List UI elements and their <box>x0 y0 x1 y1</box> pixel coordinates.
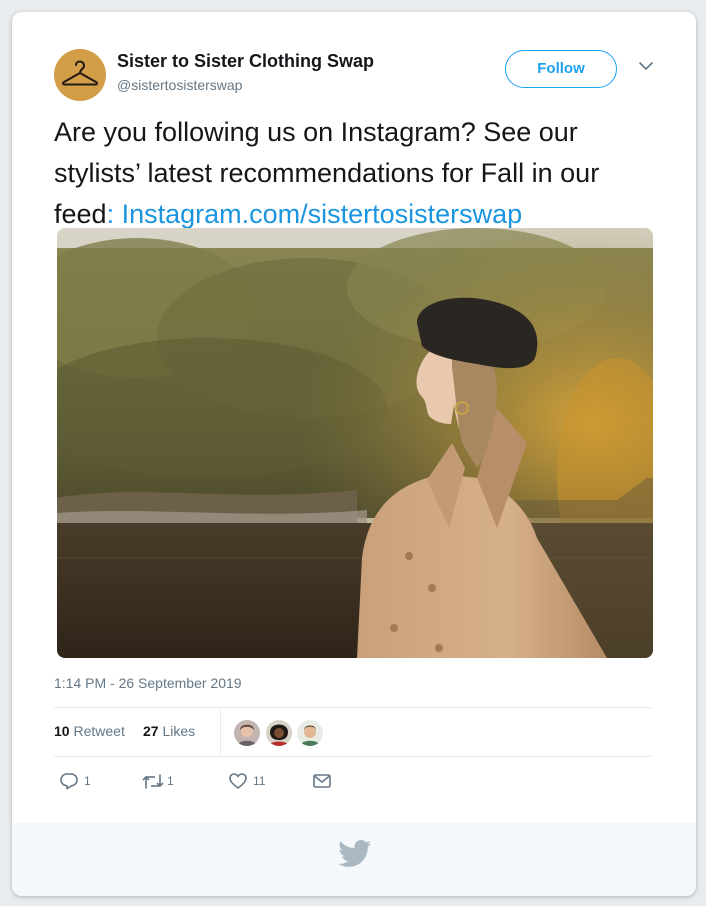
twitter-bird-icon[interactable] <box>338 840 372 868</box>
retweet-icon <box>142 774 164 789</box>
tweet-card: Sister to Sister Clothing Swap @sisterto… <box>12 12 696 896</box>
reply-icon <box>60 773 78 790</box>
like-count: 11 <box>253 774 266 788</box>
tweet-stats: 10 Retweet 27 Likes <box>54 708 652 756</box>
photo-woman-in-beret-by-river <box>57 228 653 658</box>
avatar[interactable] <box>54 49 106 101</box>
tweet-header: Sister to Sister Clothing Swap @sisterto… <box>54 46 654 106</box>
chevron-down-icon[interactable] <box>638 60 654 72</box>
tweet-photo[interactable] <box>57 228 653 658</box>
clothes-hanger-icon <box>62 60 98 86</box>
card-footer <box>12 823 696 896</box>
follow-button[interactable]: Follow <box>505 50 617 88</box>
stats-separator <box>220 708 221 756</box>
likes-label: Likes <box>162 723 196 739</box>
liker-avatar[interactable] <box>295 718 325 748</box>
tweet-colon: : <box>106 199 122 229</box>
retweets-count: 10 <box>54 723 70 739</box>
account-handle[interactable]: @sistertosisterswap <box>117 77 242 93</box>
tweet-actions: 1 1 11 <box>54 767 454 797</box>
account-name[interactable]: Sister to Sister Clothing Swap <box>117 51 374 72</box>
direct-message-icon <box>313 774 331 788</box>
reply-count: 1 <box>84 774 91 788</box>
instagram-link[interactable]: Instagram.com/sistertosisterswap <box>122 199 523 229</box>
retweet-count: 1 <box>167 774 174 788</box>
likes-stat[interactable]: 27 Likes <box>143 723 195 739</box>
liker-avatar[interactable] <box>232 718 262 748</box>
liker-avatar[interactable] <box>264 718 294 748</box>
divider <box>54 756 652 757</box>
retweets-label: Retweet <box>73 723 125 739</box>
tweet-text: Are you following us on Instagram? See o… <box>54 112 664 235</box>
heart-icon <box>229 773 247 789</box>
likes-count: 27 <box>143 723 159 739</box>
tweet-timestamp[interactable]: 1:14 PM - 26 September 2019 <box>54 675 242 691</box>
retweets-stat[interactable]: 10 Retweet <box>54 723 125 739</box>
